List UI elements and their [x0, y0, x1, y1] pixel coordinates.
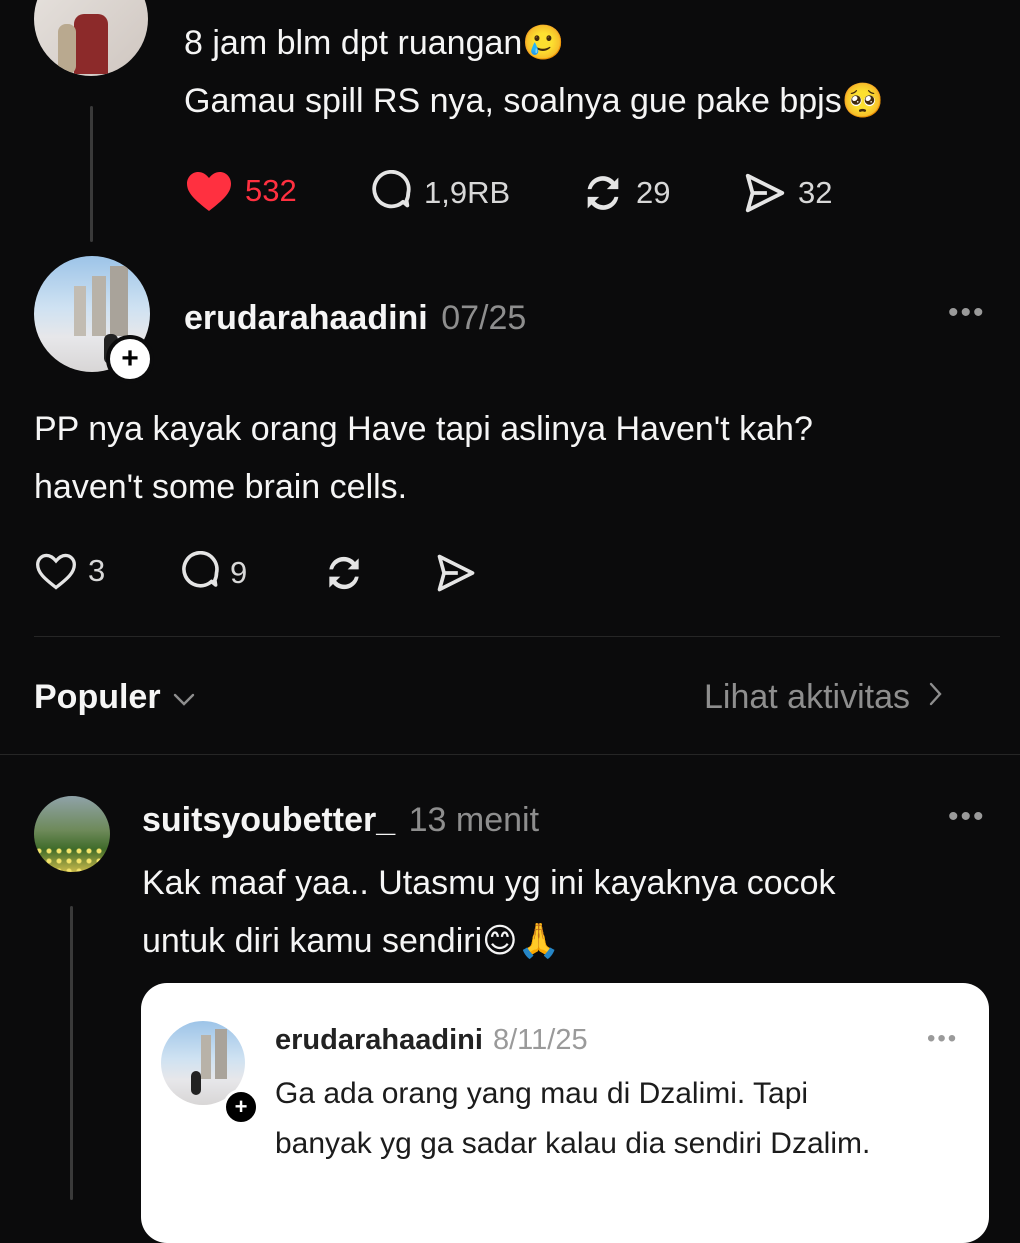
- sort-label: Populer: [34, 678, 161, 716]
- share-button[interactable]: 32: [742, 170, 832, 216]
- chevron-down-icon: [171, 674, 197, 720]
- avatar[interactable]: [34, 0, 148, 76]
- post-date: 8/11/25: [492, 1024, 588, 1056]
- username[interactable]: erudarahaadini: [275, 1024, 483, 1056]
- quoted-text-line: banyak yg ga sadar kalau dia sendiri Dza…: [275, 1127, 871, 1160]
- repost-button[interactable]: [322, 551, 366, 595]
- repost-icon: [322, 551, 366, 595]
- follow-plus-button[interactable]: +: [223, 1089, 259, 1125]
- view-activity-label: Lihat aktivitas: [704, 678, 910, 716]
- share-button[interactable]: [434, 551, 478, 595]
- post-text-line: haven't some brain cells.: [34, 468, 408, 506]
- post-text-line: PP nya kayak orang Have tapi aslinya Hav…: [34, 410, 813, 448]
- post-header: erudarahaadini 07/25: [184, 296, 526, 340]
- send-icon: [742, 170, 788, 216]
- quoted-post-card[interactable]: + erudarahaadini 8/11/25 ••• Ga ada oran…: [141, 983, 989, 1243]
- divider: [0, 754, 1020, 755]
- post-text-line: Kak maaf yaa.. Utasmu yg ini kayaknya co…: [142, 864, 836, 902]
- thread-line: [90, 106, 93, 242]
- more-options-icon[interactable]: •••: [948, 296, 986, 330]
- post-time: 13 menit: [408, 801, 540, 839]
- quoted-header: erudarahaadini 8/11/25: [275, 1021, 588, 1059]
- send-icon: [434, 551, 478, 595]
- more-options-icon[interactable]: •••: [948, 800, 986, 834]
- avatar[interactable]: [34, 796, 110, 872]
- heart-filled-icon: [185, 170, 233, 212]
- comment-icon: [368, 170, 414, 216]
- view-activity-link[interactable]: Lihat aktivitas: [704, 674, 944, 720]
- reply-count: 9: [230, 555, 248, 590]
- sort-dropdown[interactable]: Populer: [34, 674, 197, 720]
- post-text-line: 8 jam blm dpt ruangan🥲: [184, 24, 565, 62]
- like-count: 3: [88, 553, 106, 588]
- reply-button[interactable]: 1,9RB: [368, 170, 510, 216]
- username[interactable]: erudarahaadini: [184, 299, 428, 337]
- repost-icon: [580, 170, 626, 216]
- like-count: 532: [245, 173, 297, 208]
- reply-button[interactable]: 9: [178, 551, 247, 595]
- repost-count: 29: [636, 175, 671, 210]
- like-button[interactable]: 3: [34, 551, 105, 591]
- share-count: 32: [798, 175, 833, 210]
- heart-outline-icon: [34, 551, 78, 591]
- repost-button[interactable]: 29: [580, 170, 670, 216]
- reply-header: suitsyoubetter_ 13 menit: [142, 798, 539, 842]
- post-text-line: Gamau spill RS nya, soalnya gue pake bpj…: [184, 82, 885, 120]
- more-options-icon[interactable]: •••: [927, 1025, 958, 1053]
- quoted-text-line: Ga ada orang yang mau di Dzalimi. Tapi: [275, 1077, 809, 1110]
- post-text-line: untuk diri kamu sendiri😊🙏: [142, 922, 560, 960]
- like-button[interactable]: 532: [185, 170, 297, 212]
- chevron-right-icon: [926, 674, 944, 720]
- post-date: 07/25: [441, 299, 527, 337]
- thread-line: [70, 906, 73, 1200]
- divider: [34, 636, 1000, 637]
- follow-plus-button[interactable]: +: [106, 335, 154, 383]
- username[interactable]: suitsyoubetter_: [142, 801, 395, 839]
- reply-count: 1,9RB: [424, 175, 511, 210]
- comment-icon: [178, 551, 222, 595]
